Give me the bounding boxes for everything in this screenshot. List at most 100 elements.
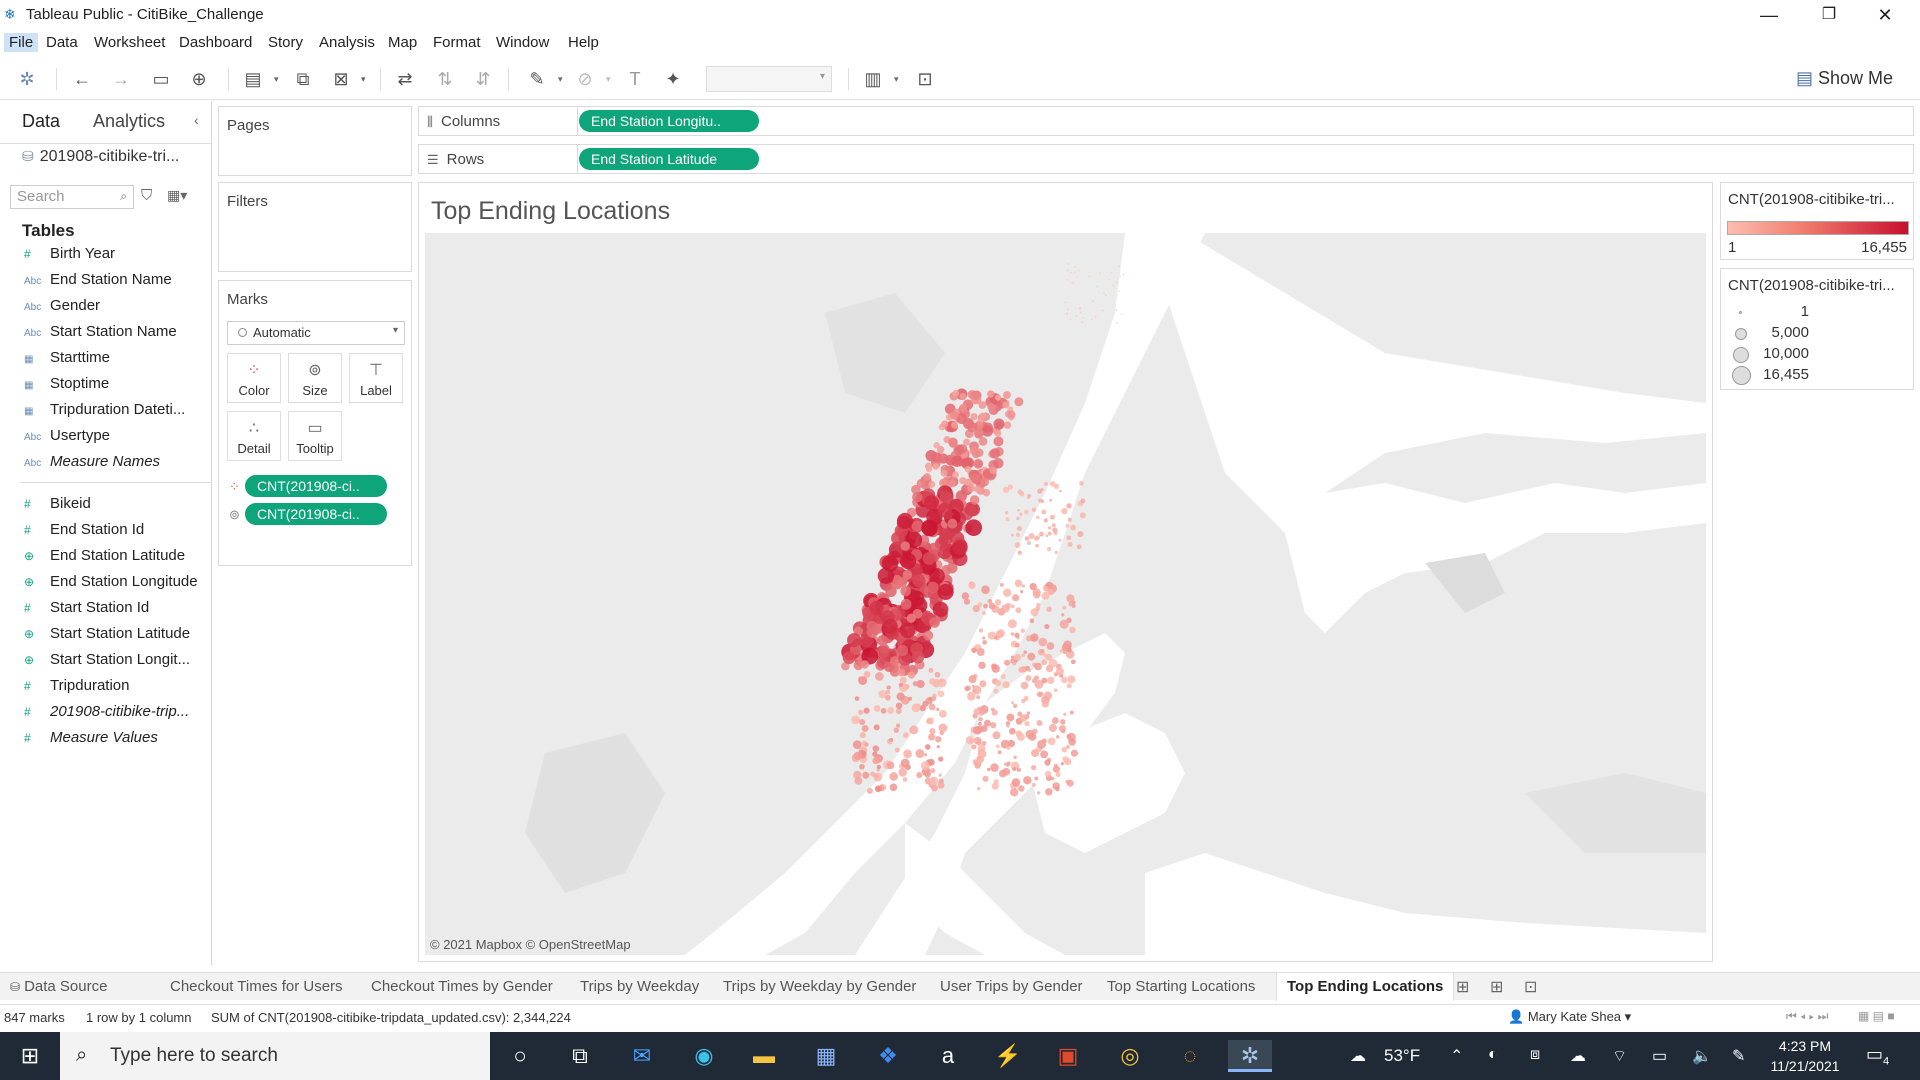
- field-item[interactable]: ⊕ Start Station Longit...: [24, 651, 210, 673]
- map-mark[interactable]: [979, 412, 987, 420]
- map-mark[interactable]: [980, 477, 990, 487]
- presentation-mode-icon[interactable]: ⊡: [912, 66, 938, 92]
- map-mark[interactable]: [1041, 700, 1049, 708]
- field-item[interactable]: ▦ Stoptime: [24, 375, 210, 397]
- map-mark[interactable]: [1011, 533, 1014, 537]
- map-mark[interactable]: [978, 401, 987, 409]
- map-mark[interactable]: [1047, 588, 1055, 596]
- map-mark[interactable]: [1039, 531, 1044, 537]
- map-mark[interactable]: [1040, 499, 1045, 504]
- map-mark[interactable]: [869, 600, 884, 616]
- map-mark[interactable]: [994, 599, 1002, 606]
- menu-data[interactable]: Data: [41, 33, 83, 52]
- group-icon[interactable]: ⊘: [572, 66, 598, 92]
- map-mark[interactable]: [898, 768, 907, 777]
- map-mark[interactable]: [999, 582, 1004, 587]
- field-item[interactable]: ⊕ End Station Longitude: [24, 573, 210, 595]
- map-mark[interactable]: [1110, 271, 1113, 274]
- map-mark[interactable]: [863, 671, 871, 678]
- map-mark[interactable]: [1015, 532, 1021, 538]
- map-mark[interactable]: [1066, 278, 1069, 281]
- map-mark[interactable]: [1046, 676, 1055, 685]
- map-mark[interactable]: [903, 732, 909, 739]
- map-mark[interactable]: [912, 681, 918, 687]
- map-mark[interactable]: [1059, 489, 1062, 493]
- map-mark[interactable]: [885, 689, 891, 695]
- map-mark[interactable]: [1064, 301, 1067, 304]
- app-lightning-icon[interactable]: ⚡: [986, 1040, 1030, 1072]
- sort-ascending-icon[interactable]: ⇅: [432, 66, 458, 92]
- map-mark[interactable]: [968, 675, 977, 684]
- map-mark[interactable]: [983, 603, 988, 609]
- map-mark[interactable]: [1006, 724, 1010, 728]
- map-mark[interactable]: [1025, 675, 1032, 682]
- map-mark[interactable]: [1043, 481, 1049, 487]
- map-mark[interactable]: [877, 646, 890, 659]
- map-mark[interactable]: [923, 495, 939, 511]
- clock[interactable]: 4:23 PM 11/21/2021: [1760, 1036, 1850, 1076]
- map-mark[interactable]: [996, 629, 1005, 638]
- map-mark[interactable]: [1041, 677, 1048, 684]
- show-cards-icon[interactable]: ▥: [860, 66, 886, 92]
- map-mark[interactable]: [928, 542, 940, 555]
- minimize-button[interactable]: —: [1746, 2, 1792, 28]
- map-mark[interactable]: [1016, 516, 1020, 521]
- map-mark[interactable]: [935, 736, 942, 743]
- map-mark[interactable]: [973, 458, 984, 469]
- map-mark[interactable]: [947, 518, 958, 529]
- map-mark[interactable]: [911, 703, 921, 713]
- user-menu[interactable]: 👤 Mary Kate Shea ▾: [1508, 1009, 1631, 1025]
- map-mark[interactable]: [1060, 761, 1064, 766]
- map-mark[interactable]: [1063, 640, 1072, 650]
- map-mark[interactable]: [993, 635, 998, 640]
- map-mark[interactable]: [909, 725, 919, 735]
- notifications-icon[interactable]: ▭4: [1866, 1044, 1889, 1068]
- map-mark[interactable]: [1046, 606, 1052, 612]
- map-mark[interactable]: [1069, 318, 1072, 321]
- map-mark[interactable]: [989, 448, 1001, 459]
- jupyter-icon[interactable]: ◌: [1168, 1040, 1212, 1072]
- datasource-item[interactable]: ⛁ 201908-citibike-tri...: [22, 148, 179, 166]
- map-mark[interactable]: [965, 519, 983, 537]
- map-mark[interactable]: [973, 485, 981, 493]
- map-mark[interactable]: [976, 786, 981, 791]
- map-mark[interactable]: [1061, 746, 1068, 753]
- mail-icon[interactable]: ✉: [620, 1040, 664, 1072]
- map-mark[interactable]: [1060, 676, 1068, 684]
- map-mark[interactable]: [1045, 788, 1053, 796]
- map-mark[interactable]: [930, 784, 938, 792]
- map-mark[interactable]: [937, 678, 947, 688]
- map-mark[interactable]: [1061, 507, 1068, 515]
- color-pill[interactable]: CNT(201908-ci..: [245, 475, 387, 497]
- map-mark[interactable]: [1070, 524, 1076, 531]
- map-mark[interactable]: [1014, 579, 1023, 588]
- map-mark[interactable]: [1029, 582, 1037, 591]
- map-mark[interactable]: [1016, 767, 1022, 773]
- map-mark[interactable]: [903, 749, 912, 759]
- map-mark[interactable]: [1044, 759, 1051, 766]
- field-item[interactable]: # Bikeid: [24, 495, 210, 517]
- map-mark[interactable]: [1119, 275, 1122, 278]
- map-mark[interactable]: [1034, 776, 1039, 781]
- tab-top-starting[interactable]: Top Starting Locations: [1107, 978, 1255, 995]
- map-mark[interactable]: [926, 717, 934, 725]
- map-mark[interactable]: [1038, 691, 1044, 698]
- map-mark[interactable]: [929, 678, 936, 685]
- map-mark[interactable]: [912, 491, 923, 503]
- columns-shelf[interactable]: ⫼ Columns End Station Longitu..: [418, 106, 1914, 136]
- field-item[interactable]: #201908-citibike-trip...: [24, 703, 210, 725]
- map-mark[interactable]: [1067, 262, 1070, 265]
- map-mark[interactable]: [974, 760, 982, 768]
- map-mark[interactable]: [1055, 667, 1064, 676]
- map-mark[interactable]: [1053, 688, 1058, 693]
- map-mark[interactable]: [1047, 531, 1052, 536]
- map-mark[interactable]: [969, 495, 980, 505]
- map-mark[interactable]: [1063, 712, 1067, 716]
- map-mark[interactable]: [1002, 681, 1010, 689]
- map-mark[interactable]: [1002, 588, 1012, 597]
- map-mark[interactable]: [885, 694, 891, 701]
- map-mark[interactable]: [987, 598, 993, 604]
- amazon-icon[interactable]: a: [926, 1040, 970, 1072]
- fit-select[interactable]: [706, 66, 832, 92]
- map-mark[interactable]: [1065, 313, 1068, 316]
